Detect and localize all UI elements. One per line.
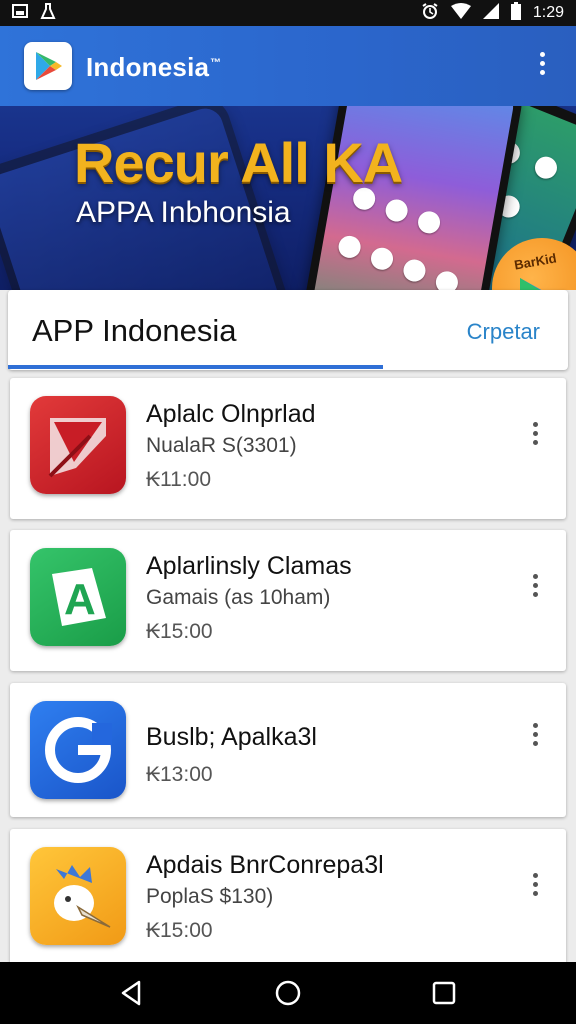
play-triangle-icon — [520, 278, 542, 290]
app-card[interactable]: Buslb; Apalka3l ₭13:00 — [10, 683, 566, 817]
app-subtitle: NualaR S(3301) — [146, 434, 297, 457]
app-card[interactable]: Apdais BnrConrepa3l PoplaS $130) ₭15:00 — [10, 829, 566, 969]
red-arrow-app-icon — [30, 396, 126, 494]
green-a-app-icon: A — [30, 548, 126, 646]
app-price: ₭15:00 — [146, 919, 213, 942]
navigation-bar — [0, 962, 576, 1024]
app-price: ₭15:00 — [146, 620, 213, 643]
app-card[interactable]: Aplalc Olnprlad NualaR S(3301) ₭11:00 — [10, 378, 566, 519]
blue-g-app-icon — [30, 701, 126, 799]
battery-icon — [510, 2, 521, 24]
app-subtitle: PoplaS $130) — [146, 885, 274, 908]
wifi-icon — [450, 3, 471, 23]
more-options-icon[interactable] — [528, 574, 542, 604]
app-subtitle: Gamais (as 10ham) — [146, 586, 331, 609]
yellow-bird-app-icon — [30, 847, 126, 945]
app-header: Indonesia™ — [0, 26, 576, 106]
status-time: 1:29 — [532, 4, 564, 21]
recents-icon[interactable] — [429, 978, 459, 1008]
hero-banner[interactable]: Indonesia™ Recur All KA APPA Inbhonsia B… — [0, 26, 576, 290]
signal-icon — [482, 3, 499, 23]
image-icon — [12, 3, 28, 23]
tab-action-link[interactable]: Crpetar — [467, 319, 540, 345]
hero-subtitle: APPA Inbhonsia — [76, 196, 291, 229]
status-bar: 1:29 — [0, 0, 576, 26]
tab-indicator — [8, 365, 384, 369]
app-price: ₭13:00 — [146, 763, 213, 786]
back-icon[interactable] — [117, 978, 147, 1008]
more-options-icon[interactable] — [528, 873, 542, 903]
promo-badge-label: BarKid — [513, 250, 558, 273]
overflow-menu-icon[interactable] — [530, 52, 554, 82]
more-options-icon[interactable] — [528, 723, 542, 753]
app-name: Apdais BnrConrepa3l — [146, 851, 384, 879]
app-name: Buslb; Apalka3l — [146, 723, 317, 751]
app-brand-title: Indonesia™ — [86, 52, 222, 82]
play-store-logo-icon[interactable] — [24, 42, 72, 90]
svg-text:A: A — [64, 575, 96, 624]
alarm-icon — [421, 2, 439, 24]
home-icon[interactable] — [273, 978, 303, 1008]
app-card[interactable]: A Aplarlinsly Clamas Gamais (as 10ham) ₭… — [10, 530, 566, 671]
more-options-icon[interactable] — [528, 422, 542, 452]
flask-icon — [40, 3, 56, 23]
app-name: Aplalc Olnprlad — [146, 400, 316, 428]
tab-apps[interactable]: APP Indonesia — [32, 313, 237, 349]
app-name: Aplarlinsly Clamas — [146, 552, 352, 580]
hero-title: Recur All KA — [74, 131, 403, 194]
tab-header: APP Indonesia Crpetar — [8, 290, 568, 370]
app-price: ₭11:00 — [146, 468, 211, 491]
